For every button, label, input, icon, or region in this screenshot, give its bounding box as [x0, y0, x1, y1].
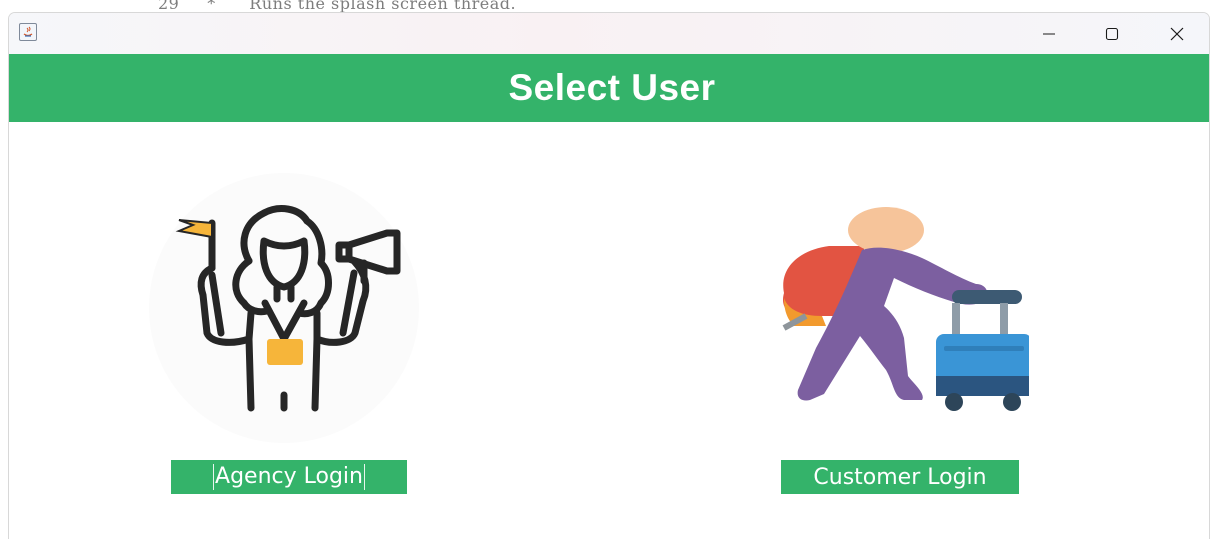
- maximize-button[interactable]: [1089, 13, 1135, 54]
- app-window: Select User Agency Login Customer Login: [8, 12, 1210, 539]
- close-icon: [1170, 27, 1184, 40]
- tour-guide-icon: [149, 173, 419, 443]
- customer-login-label: Customer Login: [813, 464, 987, 490]
- header-bar: Select User: [9, 54, 1209, 122]
- minimize-button[interactable]: [1026, 13, 1072, 54]
- close-button[interactable]: [1154, 13, 1200, 54]
- title-bar[interactable]: [9, 13, 1209, 54]
- agency-login-label: Agency Login: [213, 464, 365, 490]
- maximize-icon: [1105, 27, 1119, 40]
- agency-login-button[interactable]: Agency Login: [171, 460, 407, 494]
- java-app-icon: [19, 23, 37, 41]
- traveler-icon: [782, 207, 1029, 411]
- page-title: Select User: [508, 67, 716, 108]
- minimize-icon: [1043, 32, 1055, 35]
- customer-login-button[interactable]: Customer Login: [781, 460, 1019, 494]
